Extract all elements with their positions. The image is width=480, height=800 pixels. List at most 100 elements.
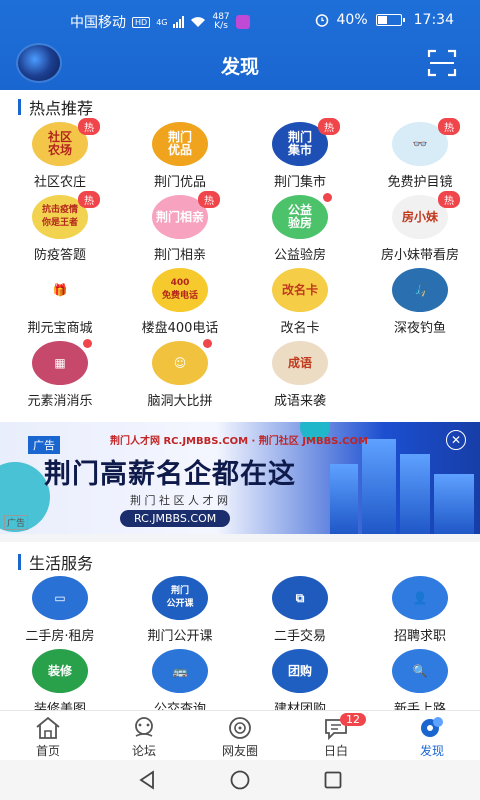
hot-item-label: 改名卡 (280, 321, 320, 336)
hot-item-label: 荆元宝商城 (27, 321, 93, 336)
hot-grid: 社区 农场热社区农庄 荆门 优品 荆门优品 荆门 集市热荆门集市 👓 热免费护目镜 抗击疫情… (0, 118, 480, 414)
hot-item-label: 成语来袭 (273, 394, 326, 409)
service-item[interactable]: ▭ 二手房·租房 (0, 576, 120, 649)
hot-item-icon: 公益 验房 (272, 195, 328, 239)
hot-badge: 热 (438, 191, 460, 208)
notification-dot (323, 193, 332, 202)
ad-url: RC.JMBBS.COM (120, 510, 231, 527)
hot-item-label: 房小妹带看房 (380, 248, 459, 263)
hot-item[interactable]: 社区 农场热社区农庄 (0, 118, 120, 195)
service-item-icon: ▭ (32, 576, 88, 620)
net-speed: 487 K/s (212, 13, 229, 31)
service-item-label: 二手房·租房 (25, 629, 95, 644)
service-item[interactable]: ⧉ 二手交易 (240, 576, 360, 649)
hot-item-icon: ☺ (152, 341, 208, 385)
service-item[interactable]: 荆门 公开课 荆门公开课 (120, 576, 240, 649)
hot-section-header: 热点推荐 (18, 95, 93, 119)
back-icon[interactable] (136, 769, 158, 791)
hot-item[interactable]: 成语 成语来袭 (240, 341, 360, 414)
hot-item-icon: 成语 (272, 341, 328, 385)
decor-building (362, 439, 396, 534)
hot-item[interactable]: 抗击疫情 你是王者热防疫答题 (0, 191, 120, 268)
services-section-title: 生活服务 (29, 554, 94, 573)
hd-tag: HD (132, 16, 151, 28)
ad-headline: 荆门高薪名企都在这 (44, 459, 296, 490)
hot-item[interactable]: 👓 热免费护目镜 (360, 118, 480, 195)
circle-icon (229, 717, 251, 739)
ad-close-icon[interactable]: ✕ (446, 430, 466, 450)
hot-item-label: 防疫答题 (33, 248, 86, 263)
unread-badge: 12 (340, 713, 366, 726)
tab-label: 发现 (419, 744, 444, 758)
forum-icon (135, 717, 153, 737)
alarm-icon (315, 14, 328, 27)
clock: 17:34 (413, 12, 454, 28)
tab-discover[interactable]: 发现 (384, 711, 480, 760)
app-header: 发现 (0, 40, 480, 90)
hot-badge: 热 (198, 191, 220, 208)
hot-item-label: 荆门优品 (153, 175, 206, 190)
wifi-icon (191, 17, 206, 27)
section-accent-bar (18, 99, 21, 115)
service-item[interactable]: 👤 招聘求职 (360, 576, 480, 649)
decor-building (400, 454, 430, 534)
hot-item[interactable]: 400 免费电话 楼盘400电话 (120, 268, 240, 341)
hot-item-icon: ▦ (32, 341, 88, 385)
hot-item[interactable]: 房小妹热房小妹带看房 (360, 191, 480, 268)
hot-item[interactable]: ☺ 脑洞大比拼 (120, 339, 240, 414)
carrier-label: 中国移动 (70, 15, 126, 31)
service-item-icon: 🔍 (392, 649, 448, 693)
hot-item[interactable]: 🎁 荆元宝商城 (0, 268, 120, 341)
battery-percent: 40% (336, 12, 368, 28)
service-item-icon: 👤 (392, 576, 448, 620)
tab-chat[interactable]: 日白 12 (288, 711, 384, 760)
section-divider (0, 534, 480, 542)
hot-item-label: 公益验房 (273, 248, 326, 263)
hot-item-label: 深夜钓鱼 (393, 321, 446, 336)
hot-badge: 热 (78, 118, 100, 135)
tab-circle[interactable]: 网友圈 (192, 711, 288, 760)
hot-item-icon: 荆门 优品 (152, 122, 208, 166)
page-title: 发现 (220, 56, 259, 78)
signal-tag: 4G (156, 17, 168, 27)
hot-item-label: 脑洞大比拼 (147, 394, 213, 409)
tab-home[interactable]: 首页 (0, 711, 96, 760)
notification-dot (83, 339, 92, 348)
tab-label: 日白 (323, 744, 348, 758)
hot-badge: 热 (78, 191, 100, 208)
section-accent-bar (18, 554, 21, 570)
system-nav-bar (0, 760, 480, 800)
hot-item[interactable]: 🎣 深夜钓鱼 (360, 268, 480, 341)
hot-item[interactable]: 改名卡 改名卡 (240, 268, 360, 341)
ad-small-tag: 广告 (4, 515, 29, 530)
recents-icon[interactable] (322, 769, 344, 791)
hot-item-label: 元素消消乐 (27, 394, 93, 409)
home-button-icon[interactable] (229, 769, 251, 791)
service-item-icon: 装修 (32, 649, 88, 693)
hot-item[interactable]: ▦ 元素消消乐 (0, 339, 120, 414)
hot-item[interactable]: 公益 验房 公益验房 (240, 193, 360, 268)
hot-item-icon: 改名卡 (272, 268, 328, 312)
hot-item-label: 社区农庄 (33, 175, 86, 190)
hot-item-icon: 🎣 (392, 268, 448, 312)
hot-item-icon: 🎁 (32, 268, 88, 312)
service-item-label: 招聘求职 (393, 629, 446, 644)
top-bar: 中国移动 HD 4G 487 K/s 40% 17:34 发现 (0, 0, 480, 90)
tab-forum[interactable]: 论坛 (96, 711, 192, 760)
speed-unit: K/s (214, 21, 228, 31)
app-notification-icon (235, 15, 250, 29)
service-item-icon: 🚌 (152, 649, 208, 693)
tab-label: 首页 (35, 744, 60, 758)
home-icon (36, 716, 60, 739)
battery-icon (375, 14, 405, 26)
hot-item[interactable]: 荆门 集市热荆门集市 (240, 118, 360, 195)
decor-building (434, 474, 474, 534)
hot-section-title: 热点推荐 (29, 99, 94, 118)
hot-item-icon: 400 免费电话 (152, 268, 208, 312)
hot-item[interactable]: 荆门 优品 荆门优品 (120, 122, 240, 195)
tab-label: 论坛 (131, 744, 156, 758)
hot-item[interactable]: 荆门相亲热荆门相亲 (120, 191, 240, 268)
ad-banner[interactable]: 广告 荆门人才网 RC.JMBBS.COM · 荆门社区 JMBBS.COM 荆… (0, 422, 480, 534)
service-item-icon: 团购 (272, 649, 328, 693)
scan-icon[interactable] (426, 47, 458, 79)
